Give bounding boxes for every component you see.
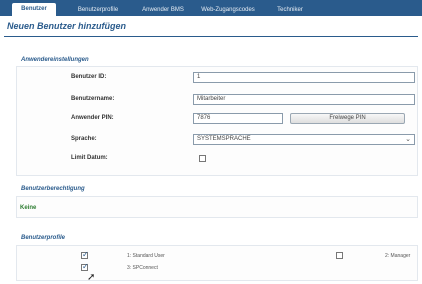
- username-label: Benutzername:: [71, 96, 115, 102]
- profile-label-standard-user: 1: Standard User: [127, 253, 165, 259]
- chevron-down-icon: ⌄: [405, 136, 411, 143]
- username-field[interactable]: Mitarbeiter: [193, 94, 415, 105]
- title-divider: [4, 36, 418, 37]
- tab-anwender-bms[interactable]: Anwender BMS: [138, 4, 188, 16]
- profile-label-spconnect: 3: SPConnect: [127, 265, 158, 271]
- profile-checkbox-spconnect[interactable]: [81, 262, 89, 271]
- authorization-value: Keine: [20, 205, 37, 211]
- section-title-settings: Anwendereinstellungen: [21, 57, 89, 63]
- profiles-panel: [16, 245, 418, 281]
- free-pin-button[interactable]: Freiwege PIN: [290, 113, 405, 124]
- limit-date-checkbox[interactable]: [199, 155, 206, 162]
- tab-bar: Benutzer Benutzerprofile Anwender BMS We…: [0, 0, 422, 16]
- language-select-value: SYSTEMSPRACHE: [197, 136, 251, 142]
- limit-date-label: Limit Datum:: [71, 155, 108, 161]
- language-select[interactable]: SYSTEMSPRACHE ⌄: [193, 134, 415, 145]
- page-title: Neuen Benutzer hinzufügen: [7, 21, 126, 31]
- tab-web-zugangscodes[interactable]: Web-Zugangscodes: [196, 4, 260, 16]
- pin-field[interactable]: 7876: [193, 113, 283, 124]
- profile-checkbox-manager[interactable]: [336, 252, 343, 259]
- tab-benutzerprofile[interactable]: Benutzerprofile: [68, 4, 128, 16]
- language-label: Sprache:: [71, 136, 97, 142]
- section-title-profiles: Benutzerprofile: [21, 235, 66, 241]
- tab-benutzer[interactable]: Benutzer: [12, 3, 56, 16]
- tab-techniker[interactable]: Techniker: [270, 4, 310, 16]
- profile-label-manager: 2: Manager: [385, 253, 411, 259]
- user-id-label: Benutzer ID:: [71, 74, 107, 80]
- profile-checkbox-standard-user[interactable]: [81, 250, 89, 259]
- section-title-authorization: Benutzerberechtigung: [21, 186, 85, 192]
- authorization-panel: [16, 196, 418, 218]
- pin-label: Anwender PIN:: [71, 115, 114, 121]
- user-id-field[interactable]: 1: [193, 72, 415, 83]
- mouse-pointer-icon: ➚: [87, 272, 96, 283]
